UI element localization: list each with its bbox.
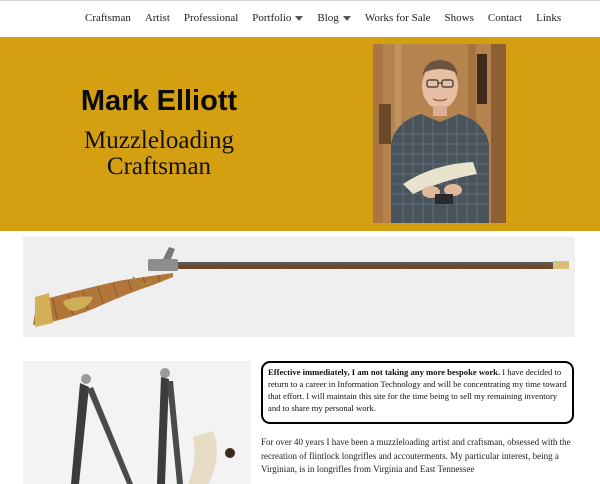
top-navigation: Craftsman Artist Professional Portfolio … [0, 0, 600, 37]
page-subtitle: Muzzleloading Craftsman [0, 128, 318, 180]
nav-item-label: Blog [317, 12, 339, 24]
nav-item-craftsman[interactable]: Craftsman [85, 12, 131, 24]
nav-item-portfolio[interactable]: Portfolio [252, 12, 304, 24]
nav-item-label: Contact [487, 12, 523, 24]
powder-horn-bag-illustration [23, 361, 251, 484]
intro-paragraph: For over 40 years I have been a muzzlelo… [261, 437, 571, 475]
accouterments-photo [23, 361, 251, 484]
nav-item-label: Artist [144, 12, 170, 24]
nav-menu: Craftsman Artist Professional Portfolio … [85, 12, 575, 24]
nav-item-label: Portfolio [252, 12, 292, 24]
portrait-illustration [373, 44, 506, 223]
page-title: Mark Elliott [80, 85, 238, 117]
nav-item-professional[interactable]: Professional [184, 12, 238, 24]
portrait-photo [373, 44, 506, 223]
chevron-down-icon [295, 16, 304, 21]
subtitle-line-1: Muzzleloading [84, 127, 234, 154]
nav-item-label: Craftsman [85, 12, 131, 24]
nav-item-artist[interactable]: Artist [145, 12, 170, 24]
chevron-down-icon [342, 16, 351, 21]
nav-item-label: Professional [183, 12, 239, 24]
flintlock-rifle-illustration [23, 237, 575, 337]
nav-item-blog[interactable]: Blog [317, 12, 351, 24]
notice-bold-text: Effective immediately, I am not taking a… [268, 367, 501, 377]
nav-item-label: Works for Sale [364, 12, 431, 24]
nav-item-works-for-sale[interactable]: Works for Sale [365, 12, 431, 24]
nav-item-label: Links [536, 12, 562, 24]
nav-item-label: Shows [444, 12, 474, 24]
nav-item-shows[interactable]: Shows [445, 12, 474, 24]
nav-item-contact[interactable]: Contact [488, 12, 522, 24]
subtitle-line-2: Craftsman [106, 153, 212, 180]
nav-item-links[interactable]: Links [536, 12, 561, 24]
rifle-photo [23, 237, 575, 337]
notice-box: Effective immediately, I am not taking a… [261, 361, 574, 424]
